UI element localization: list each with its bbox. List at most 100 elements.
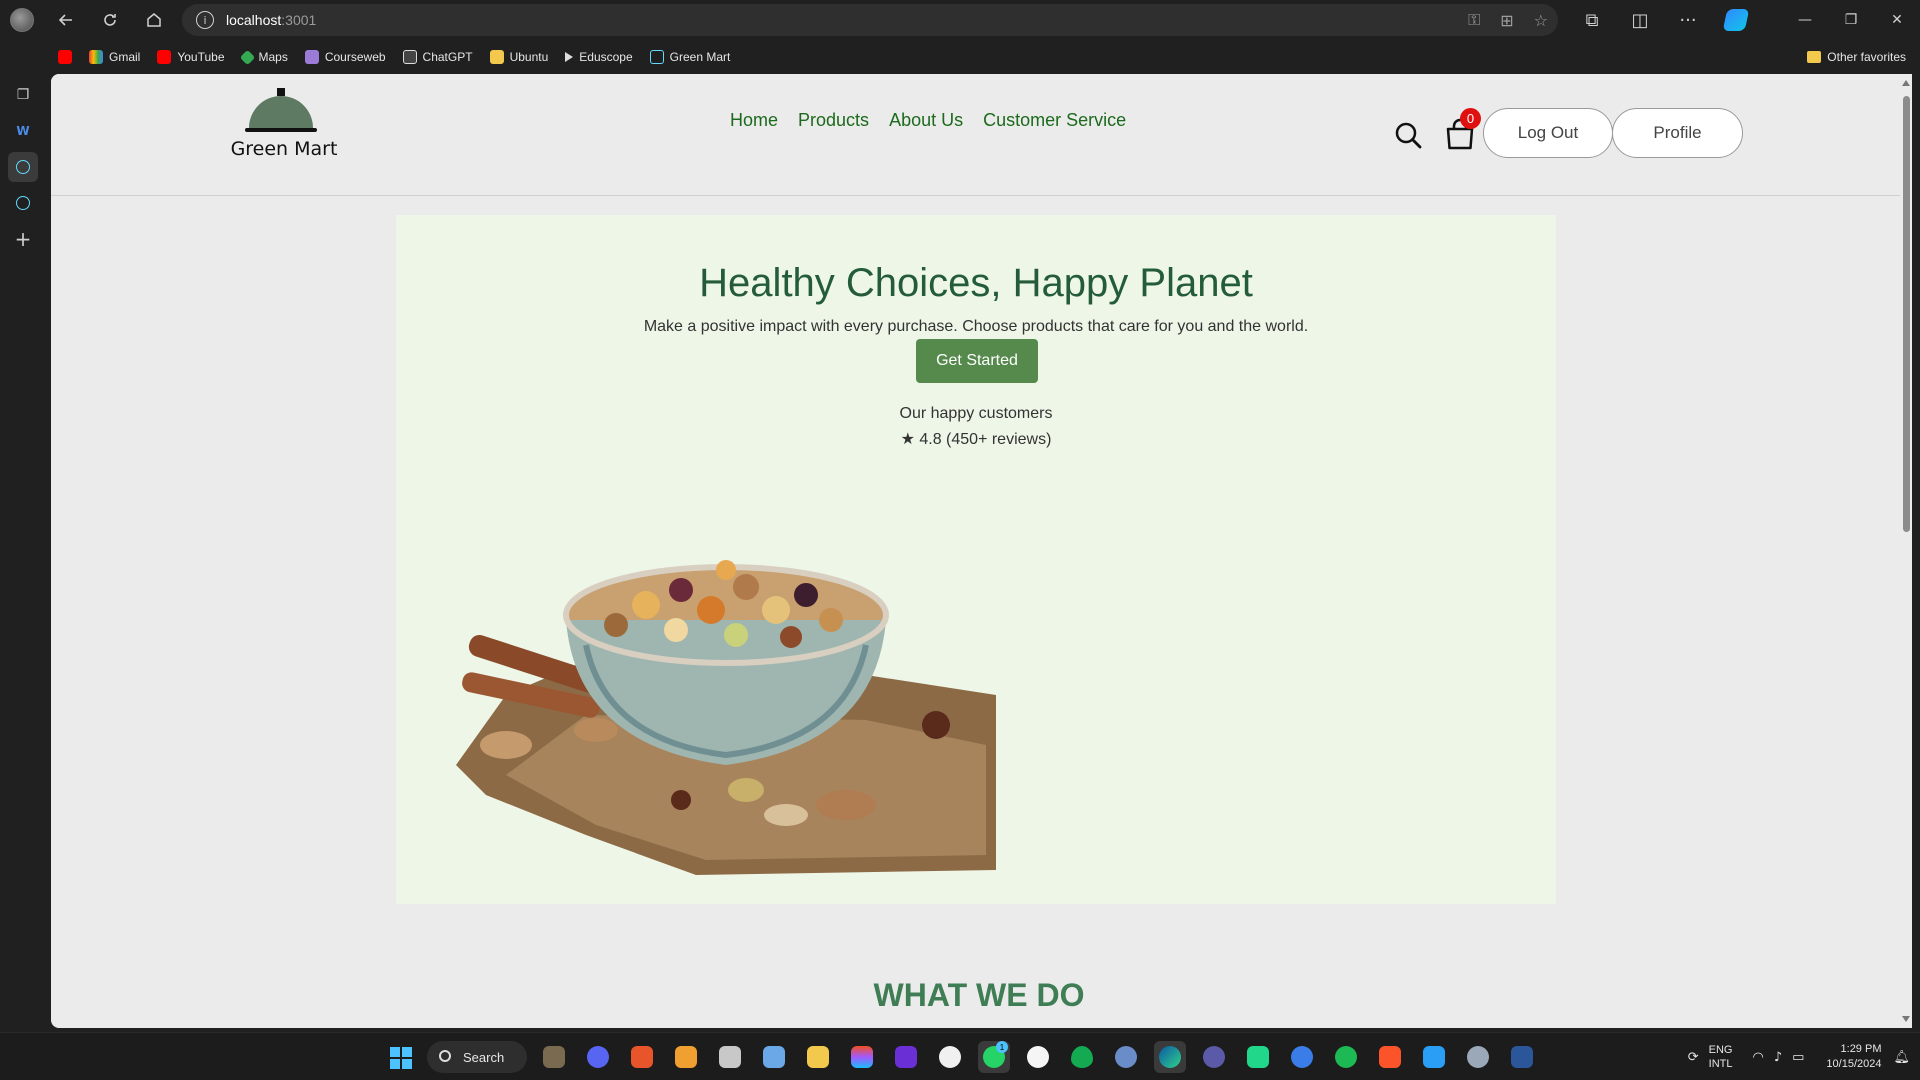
- tab-actions-icon: ❐: [16, 87, 30, 103]
- taskbar-app-mongodb[interactable]: [1066, 1041, 1098, 1073]
- browser-toolbar: ⧉ ◫ ···: [1568, 0, 1760, 40]
- split-icon: ◫: [1631, 9, 1649, 31]
- taskbar-app-app[interactable]: [1022, 1041, 1054, 1073]
- taskbar-app-terminal[interactable]: [1198, 1041, 1230, 1073]
- back-button[interactable]: [44, 0, 88, 40]
- bookmark-maps[interactable]: Maps: [239, 49, 288, 65]
- taskbar-app-git-tool[interactable]: [626, 1041, 658, 1073]
- taskbar-app-whatsapp[interactable]: 1: [978, 1041, 1010, 1073]
- figma-icon: [851, 1046, 873, 1068]
- bookmark-courseweb[interactable]: Courseweb: [304, 50, 386, 64]
- address-bar[interactable]: i localhost:3001 ⚿ ⊞ ☆: [182, 4, 1558, 36]
- browser-profile-button[interactable]: [0, 0, 44, 40]
- split-screen-button[interactable]: ◫: [1616, 0, 1664, 40]
- taskbar-app-game[interactable]: [538, 1041, 570, 1073]
- key-icon[interactable]: ⚿: [1468, 10, 1480, 30]
- logout-button[interactable]: Log Out: [1483, 108, 1613, 158]
- battery-icon[interactable]: ▭: [1792, 1050, 1804, 1065]
- language-code: ENG: [1708, 1044, 1733, 1056]
- hero-subtitle: Make a positive impact with every purcha…: [643, 318, 1309, 335]
- bookmark-label: Green Mart: [669, 50, 731, 64]
- back-arrow-icon: [58, 14, 72, 26]
- refresh-button[interactable]: [88, 0, 132, 40]
- scroll-down-icon[interactable]: [1902, 1016, 1910, 1022]
- intellij-icon: [895, 1046, 917, 1068]
- folder-icon: [807, 1046, 829, 1068]
- language-indicator[interactable]: ENG INTL: [1709, 1043, 1733, 1071]
- taskbar-app-discord[interactable]: [582, 1041, 614, 1073]
- system-tray: ⟳ ENG INTL ◠ ♪ ▭ 1:29 PM 10/15/2024 🔔︎: [1688, 1033, 1920, 1080]
- taskbar-app-figma[interactable]: [846, 1041, 878, 1073]
- bookmark-label: Maps: [258, 50, 288, 64]
- taskbar-app-store[interactable]: [1286, 1041, 1318, 1073]
- volume-icon[interactable]: ♪: [1774, 1050, 1782, 1065]
- taskbar-app-spotify[interactable]: [1330, 1041, 1362, 1073]
- site-info-icon[interactable]: i: [196, 11, 214, 29]
- scroll-up-icon[interactable]: [1902, 80, 1910, 86]
- restore-button[interactable]: ❐: [1828, 0, 1874, 40]
- nav-about-us[interactable]: About Us: [889, 110, 963, 131]
- bookmark-ubuntu[interactable]: Ubuntu: [489, 50, 548, 64]
- tab-react-app[interactable]: [8, 188, 38, 218]
- taskbar-app-brave[interactable]: [1374, 1041, 1406, 1073]
- site-logo[interactable]: Green Mart: [229, 88, 339, 168]
- new-tab-button[interactable]: +: [8, 224, 38, 254]
- extensions-button[interactable]: ⧉: [1568, 0, 1616, 40]
- profile-button[interactable]: Profile: [1612, 108, 1743, 158]
- taskbar-app-r[interactable]: [1110, 1041, 1142, 1073]
- taskbar-search[interactable]: Search: [427, 1041, 527, 1073]
- taskbar-app-design[interactable]: [714, 1041, 746, 1073]
- wifi-icon[interactable]: ◠: [1752, 1050, 1763, 1065]
- get-started-button[interactable]: Get Started: [916, 339, 1038, 383]
- start-button[interactable]: [390, 1047, 412, 1069]
- git-tool-icon: [631, 1046, 653, 1068]
- tab-green-mart[interactable]: [8, 152, 38, 182]
- bookmark-green-mart[interactable]: Green Mart: [649, 50, 731, 64]
- happy-customers-label: Our happy customers: [899, 405, 1053, 422]
- taskbar-app-github[interactable]: [934, 1041, 966, 1073]
- system-clock[interactable]: 1:29 PM 10/15/2024: [1826, 1042, 1881, 1072]
- home-button[interactable]: [132, 0, 176, 40]
- close-window-button[interactable]: ✕: [1874, 0, 1920, 40]
- nav-customer-service[interactable]: Customer Service: [983, 110, 1126, 131]
- notification-bell-icon[interactable]: 🔔︎: [1893, 1050, 1910, 1065]
- folder-icon: [489, 50, 504, 64]
- sync-icon[interactable]: ⟳: [1688, 1050, 1699, 1065]
- taskbar-app-edge[interactable]: [1154, 1041, 1186, 1073]
- taskbar-app-intellij[interactable]: [890, 1041, 922, 1073]
- search-icon[interactable]: [1394, 121, 1422, 149]
- taskbar-app-pycharm[interactable]: [1242, 1041, 1274, 1073]
- tab-word[interactable]: W: [8, 116, 38, 146]
- plus-icon: +: [14, 227, 32, 251]
- taskbar-app-tool[interactable]: [670, 1041, 702, 1073]
- taskbar-app-settings[interactable]: [1462, 1041, 1494, 1073]
- game-icon: [543, 1046, 565, 1068]
- app-available-icon[interactable]: ⊞: [1500, 11, 1513, 30]
- taskbar-app-file-explorer[interactable]: [802, 1041, 834, 1073]
- windows-logo-tile: [402, 1047, 412, 1057]
- pycharm-icon: [1247, 1046, 1269, 1068]
- other-favorites[interactable]: Other favorites: [1807, 40, 1906, 74]
- taskbar-app-word[interactable]: [1506, 1041, 1538, 1073]
- nav-home[interactable]: Home: [730, 110, 778, 131]
- nav-products[interactable]: Products: [798, 110, 869, 131]
- bookmark-chatgpt[interactable]: ChatGPT: [402, 50, 473, 64]
- bookmark-youtube[interactable]: YouTube: [157, 50, 225, 64]
- r-icon: [1115, 1046, 1137, 1068]
- minimize-button[interactable]: —: [1782, 0, 1828, 40]
- page-scrollbar[interactable]: [1900, 74, 1912, 1028]
- tab-actions-button[interactable]: ❐: [8, 80, 38, 110]
- taskbar-app-vscode[interactable]: [1418, 1041, 1450, 1073]
- bookmark-eduscope[interactable]: Eduscope: [565, 50, 633, 64]
- bookmark-youtube-icon-only[interactable]: [58, 50, 72, 64]
- copilot-button[interactable]: [1712, 0, 1760, 40]
- chatgpt-icon: [402, 50, 417, 64]
- scrollbar-thumb[interactable]: [1903, 96, 1910, 532]
- more-menu-button[interactable]: ···: [1664, 0, 1712, 40]
- bookmarks-bar: Gmail YouTube Maps Courseweb ChatGPT Ubu…: [0, 40, 1920, 74]
- favorite-star-icon[interactable]: ☆: [1534, 11, 1548, 30]
- youtube-icon: [58, 50, 72, 64]
- vertical-tab-strip: ❐ W +: [0, 74, 46, 1032]
- taskbar-app-notepad[interactable]: [758, 1041, 790, 1073]
- bookmark-gmail[interactable]: Gmail: [89, 50, 140, 64]
